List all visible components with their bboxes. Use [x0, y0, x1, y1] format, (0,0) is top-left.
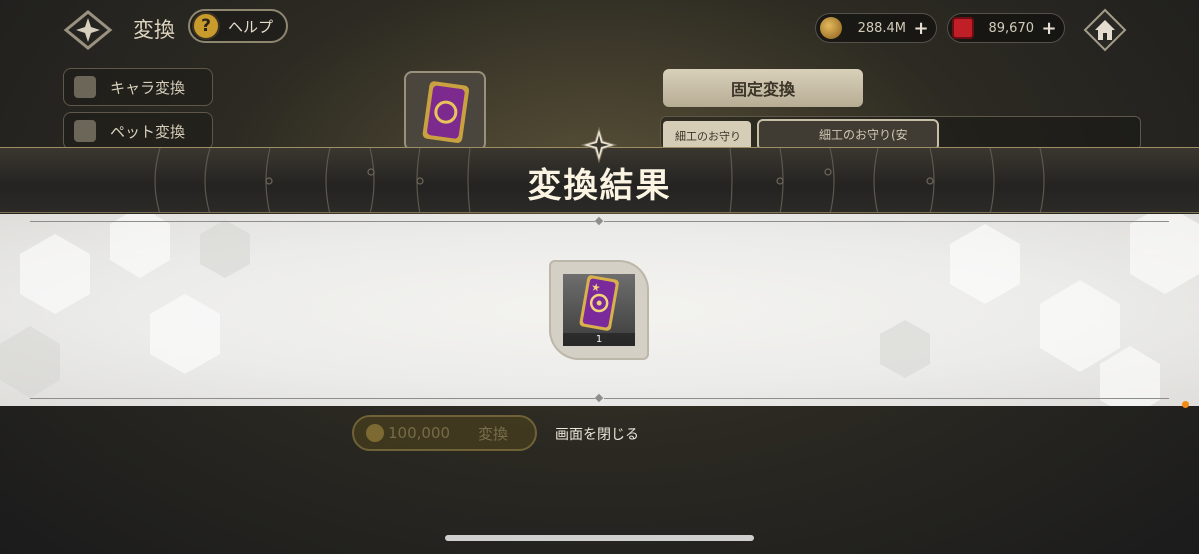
- gem-value: 89,670: [988, 20, 1035, 36]
- result-title: 変換結果: [527, 166, 672, 206]
- character-icon: [74, 76, 96, 98]
- help-icon: ?: [192, 12, 220, 40]
- tab-label: キャラ変換: [110, 78, 186, 97]
- gem-icon: [952, 17, 974, 39]
- screen-title: 変換: [133, 18, 175, 42]
- gold-coin-icon: [366, 424, 384, 442]
- tab-pet-convert[interactable]: ペット変換: [63, 112, 213, 150]
- help-button[interactable]: ? ヘルプ: [188, 9, 288, 43]
- convert-cost: 100,000: [388, 424, 451, 442]
- help-label: ヘルプ: [228, 17, 274, 36]
- convert-label: 変換: [478, 424, 509, 443]
- back-icon: [63, 10, 113, 50]
- home-indicator[interactable]: [445, 535, 754, 541]
- gold-currency: 288.4M +: [815, 13, 937, 43]
- back-button[interactable]: [62, 8, 114, 52]
- add-gold-button[interactable]: +: [912, 18, 930, 39]
- tab-label: ペット変換: [110, 122, 186, 141]
- home-button[interactable]: [1081, 6, 1129, 54]
- panel-divider-top: [30, 221, 595, 222]
- convert-list: 細工のお守り 細工のお守り(安: [660, 116, 1141, 151]
- charm-card-icon: [579, 275, 619, 331]
- charm-card-icon: [422, 81, 470, 143]
- reward-item-slot[interactable]: 1: [549, 260, 649, 360]
- reward-item: 1: [563, 274, 635, 346]
- top-bar: 変換 ? ヘルプ 288.4M + 89,670 +: [0, 0, 1199, 60]
- reward-count: 1: [563, 333, 635, 346]
- source-item-slot[interactable]: [404, 71, 486, 151]
- gold-coin-icon: [820, 17, 842, 39]
- panel-divider-top: [604, 221, 1169, 222]
- close-screen-button[interactable]: 画面を閉じる: [555, 424, 639, 444]
- gem-currency: 89,670 +: [947, 13, 1065, 43]
- add-gem-button[interactable]: +: [1040, 18, 1058, 39]
- panel-divider-bottom: [30, 398, 595, 399]
- notification-dot: [1182, 401, 1189, 408]
- panel-divider-bottom: [604, 398, 1169, 399]
- fixed-convert-tab[interactable]: 固定変換: [663, 69, 863, 107]
- tab-character-convert[interactable]: キャラ変換: [63, 68, 213, 106]
- pet-icon: [74, 120, 96, 142]
- home-icon: [1083, 8, 1127, 52]
- convert-button[interactable]: 100,000 変換: [352, 415, 537, 451]
- gold-value: 288.4M: [857, 20, 906, 36]
